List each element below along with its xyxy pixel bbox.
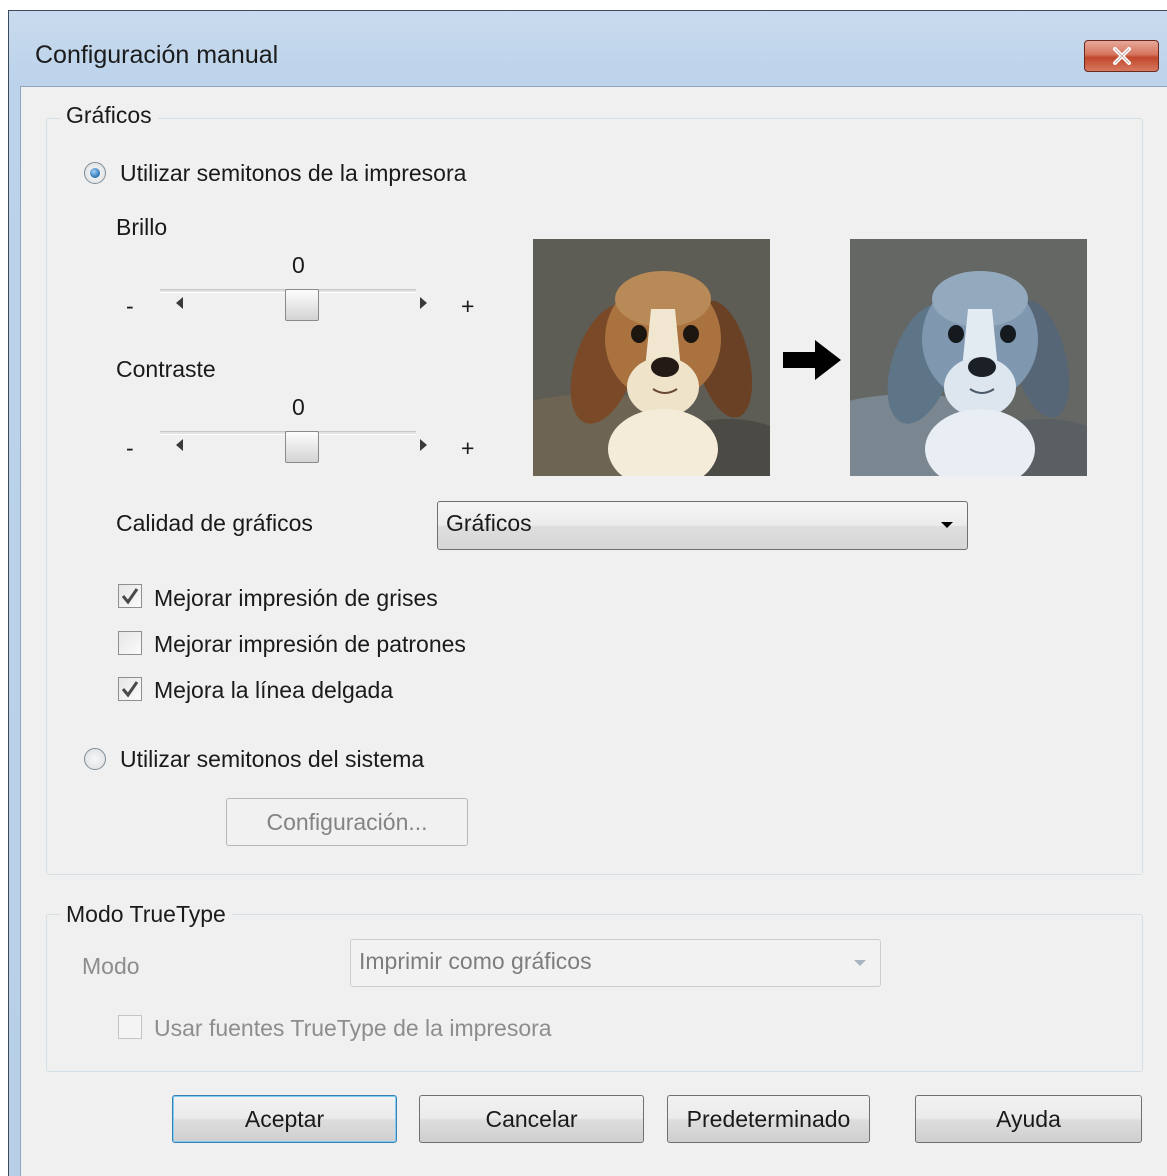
title-bar[interactable]: Configuración manual — [9, 11, 1167, 85]
brightness-value: 0 — [292, 252, 305, 278]
enhance-pattern-checkbox[interactable] — [118, 631, 142, 655]
brightness-label: Brillo — [116, 214, 168, 240]
brightness-max-label: + — [461, 293, 475, 319]
chevron-down-icon[interactable] — [854, 960, 866, 966]
brightness-slider-thumb[interactable] — [285, 289, 319, 321]
contrast-label: Contraste — [116, 356, 216, 382]
ok-button[interactable]: Aceptar — [172, 1095, 397, 1143]
close-icon — [1112, 47, 1131, 65]
thin-line-checkbox[interactable] — [118, 677, 142, 701]
graphics-quality-label: Calidad de gráficos — [116, 510, 313, 536]
printer-halftone-label[interactable]: Utilizar semitonos de la impresora — [120, 160, 466, 187]
graphics-quality-select[interactable]: Gráficos — [437, 501, 968, 550]
contrast-increase-arrow[interactable] — [420, 439, 427, 451]
enhance-gray-checkbox[interactable] — [118, 584, 142, 608]
brightness-decrease-arrow[interactable] — [176, 297, 183, 309]
checkmark-icon — [121, 681, 139, 698]
graphics-group-title: Gráficos — [60, 102, 158, 129]
chevron-down-icon[interactable] — [941, 522, 953, 528]
printer-truetype-fonts-checkbox[interactable] — [118, 1015, 142, 1039]
graphics-quality-value: Gráficos — [446, 510, 532, 536]
dialog-client-area: Gráficos Utilizar semitonos de la impres… — [20, 86, 1167, 1176]
truetype-groupbox — [46, 914, 1143, 1072]
truetype-group-title: Modo TrueType — [60, 901, 232, 928]
brightness-increase-arrow[interactable] — [420, 297, 427, 309]
checkmark-icon — [121, 588, 139, 605]
contrast-value: 0 — [292, 394, 305, 420]
contrast-decrease-arrow[interactable] — [176, 439, 183, 451]
contrast-min-label: - — [126, 435, 134, 461]
close-button[interactable] — [1084, 40, 1159, 72]
printer-halftone-radio[interactable] — [84, 162, 106, 184]
truetype-mode-select[interactable]: Imprimir como gráficos — [350, 939, 881, 987]
contrast-slider-thumb[interactable] — [285, 431, 319, 463]
default-button[interactable]: Predeterminado — [667, 1095, 870, 1143]
right-arrow-icon — [783, 340, 841, 380]
help-button[interactable]: Ayuda — [915, 1095, 1142, 1143]
truetype-mode-value: Imprimir como gráficos — [359, 948, 592, 974]
halftone-settings-button[interactable]: Configuración... — [226, 798, 468, 846]
enhance-gray-label[interactable]: Mejorar impresión de grises — [154, 585, 438, 612]
printer-truetype-fonts-label[interactable]: Usar fuentes TrueType de la impresora — [154, 1015, 552, 1042]
window-title: Configuración manual — [35, 41, 279, 69]
radio-selected-dot — [90, 168, 100, 178]
original-preview-image — [533, 239, 770, 476]
processed-preview-image — [850, 239, 1087, 476]
contrast-max-label: + — [461, 435, 475, 461]
system-halftone-radio[interactable] — [84, 748, 106, 770]
dialog-window: Configuración manual Gráficos Utilizar s… — [8, 10, 1167, 1176]
cancel-button[interactable]: Cancelar — [419, 1095, 644, 1143]
enhance-pattern-label[interactable]: Mejorar impresión de patrones — [154, 631, 466, 658]
truetype-mode-label: Modo — [82, 953, 140, 979]
system-halftone-label[interactable]: Utilizar semitonos del sistema — [120, 746, 424, 773]
brightness-min-label: - — [126, 293, 134, 319]
thin-line-label[interactable]: Mejora la línea delgada — [154, 677, 393, 704]
